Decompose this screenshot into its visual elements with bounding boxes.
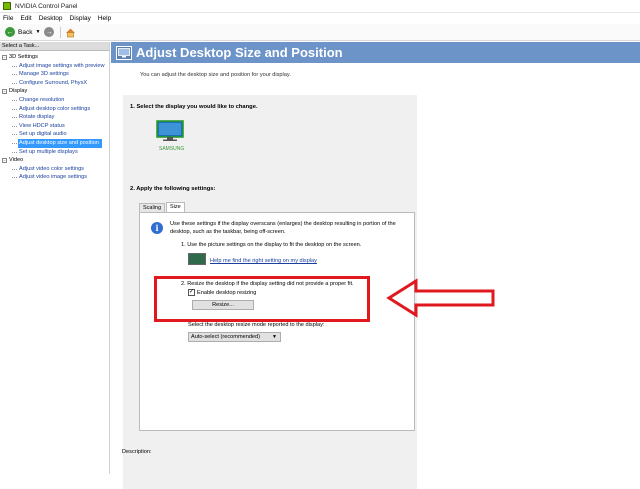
info-text: Use these settings if the display oversc… [170,221,396,235]
category-video[interactable]: − Video [0,156,109,165]
forward-arrow-icon: → [44,27,55,37]
display-selector[interactable] [156,120,184,142]
desktop-size-icon [116,45,132,60]
tab-scaling[interactable]: Scaling [139,203,166,212]
menu-desktop[interactable]: Desktop [39,15,63,22]
menu-bar: File Edit Desktop Display Help [0,13,640,24]
task-tree: −3D Settings Adjust image settings with … [0,51,109,182]
collapse-icon[interactable]: − [2,157,7,163]
page-banner: Adjust Desktop Size and Position [111,42,640,63]
sidebar-item-manage-3d-settings[interactable]: Manage 3D settings [0,70,109,79]
title-bar: NVIDIA Control Panel [0,0,640,13]
page-title: Adjust Desktop Size and Position [136,45,343,60]
menu-file[interactable]: File [3,15,13,22]
toolbar-divider [60,26,62,38]
toolbar: ← Back ▼ → [0,24,640,41]
sidebar-item-configure-surround[interactable]: Configure Surround, PhysX [0,79,109,88]
resize-mode-dropdown[interactable]: Auto-select (recommended) ▼ [188,332,281,342]
sidebar-item-rotate-display[interactable]: Rotate display [0,113,109,122]
sidebar-item-video-image[interactable]: Adjust video image settings [0,173,109,182]
menu-help[interactable]: Help [98,15,111,22]
step1-text: 1. Use the picture settings on the displ… [181,242,362,248]
resize-mode-value: Auto-select (recommended) [191,334,261,340]
category-3d-settings[interactable]: −3D Settings [0,53,109,62]
tab-size[interactable]: Size [166,202,185,212]
menu-display[interactable]: Display [70,15,91,22]
info-icon: i [151,222,163,234]
sidebar-item-desktop-color[interactable]: Adjust desktop color settings [0,105,109,114]
annotation-arrow-icon [386,278,495,318]
nvidia-logo-icon [3,2,11,10]
forward-button[interactable]: → [42,26,56,39]
menu-edit[interactable]: Edit [20,15,31,22]
highlight-box [154,276,370,322]
section-select-display: 1. Select the display you would like to … [130,104,258,110]
help-link[interactable]: Help me find the right setting on my dis… [210,258,317,264]
dropdown-arrow-icon: ▼ [272,334,277,340]
sidebar-item-change-resolution[interactable]: Change resolution [0,96,109,105]
resize-mode-label: Select the desktop resize mode reported … [188,322,325,328]
dropdown-arrow-icon[interactable]: ▼ [35,29,40,35]
home-icon [66,28,76,37]
sidebar-item-hdcp-status[interactable]: View HDCP status [0,122,109,131]
sidebar-item-digital-audio[interactable]: Set up digital audio [0,130,109,139]
description-label: Description: [122,449,152,455]
settings-tabs: Scaling Size [139,202,186,212]
window-title: NVIDIA Control Panel [15,2,78,10]
display-name-label: SAMSUNG [159,146,185,152]
sidebar-item-desktop-size-position[interactable]: Adjust desktop size and position [12,138,102,148]
monitor-icon [156,120,184,141]
section-apply-settings: 2. Apply the following settings: [130,186,216,192]
task-sidebar: Select a Task... −3D Settings Adjust ima… [0,42,110,474]
back-arrow-icon: ← [5,27,15,37]
collapse-icon[interactable]: − [2,54,7,60]
task-header: Select a Task... [0,42,109,51]
home-button[interactable] [65,27,76,38]
main-content: Adjust Desktop Size and Position You can… [111,42,640,489]
back-button[interactable]: ← Back ▼ [3,26,42,39]
back-label: Back [18,28,33,36]
display-thumbnail-icon [188,253,206,265]
page-subtitle: You can adjust the desktop size and posi… [140,72,291,78]
sidebar-item-multiple-displays[interactable]: Set up multiple displays [0,148,109,157]
sidebar-item-adjust-image-settings[interactable]: Adjust image settings with preview [0,62,109,71]
category-display[interactable]: − Display [0,87,109,96]
collapse-icon[interactable]: − [2,89,7,95]
sidebar-item-video-color[interactable]: Adjust video color settings [0,165,109,174]
